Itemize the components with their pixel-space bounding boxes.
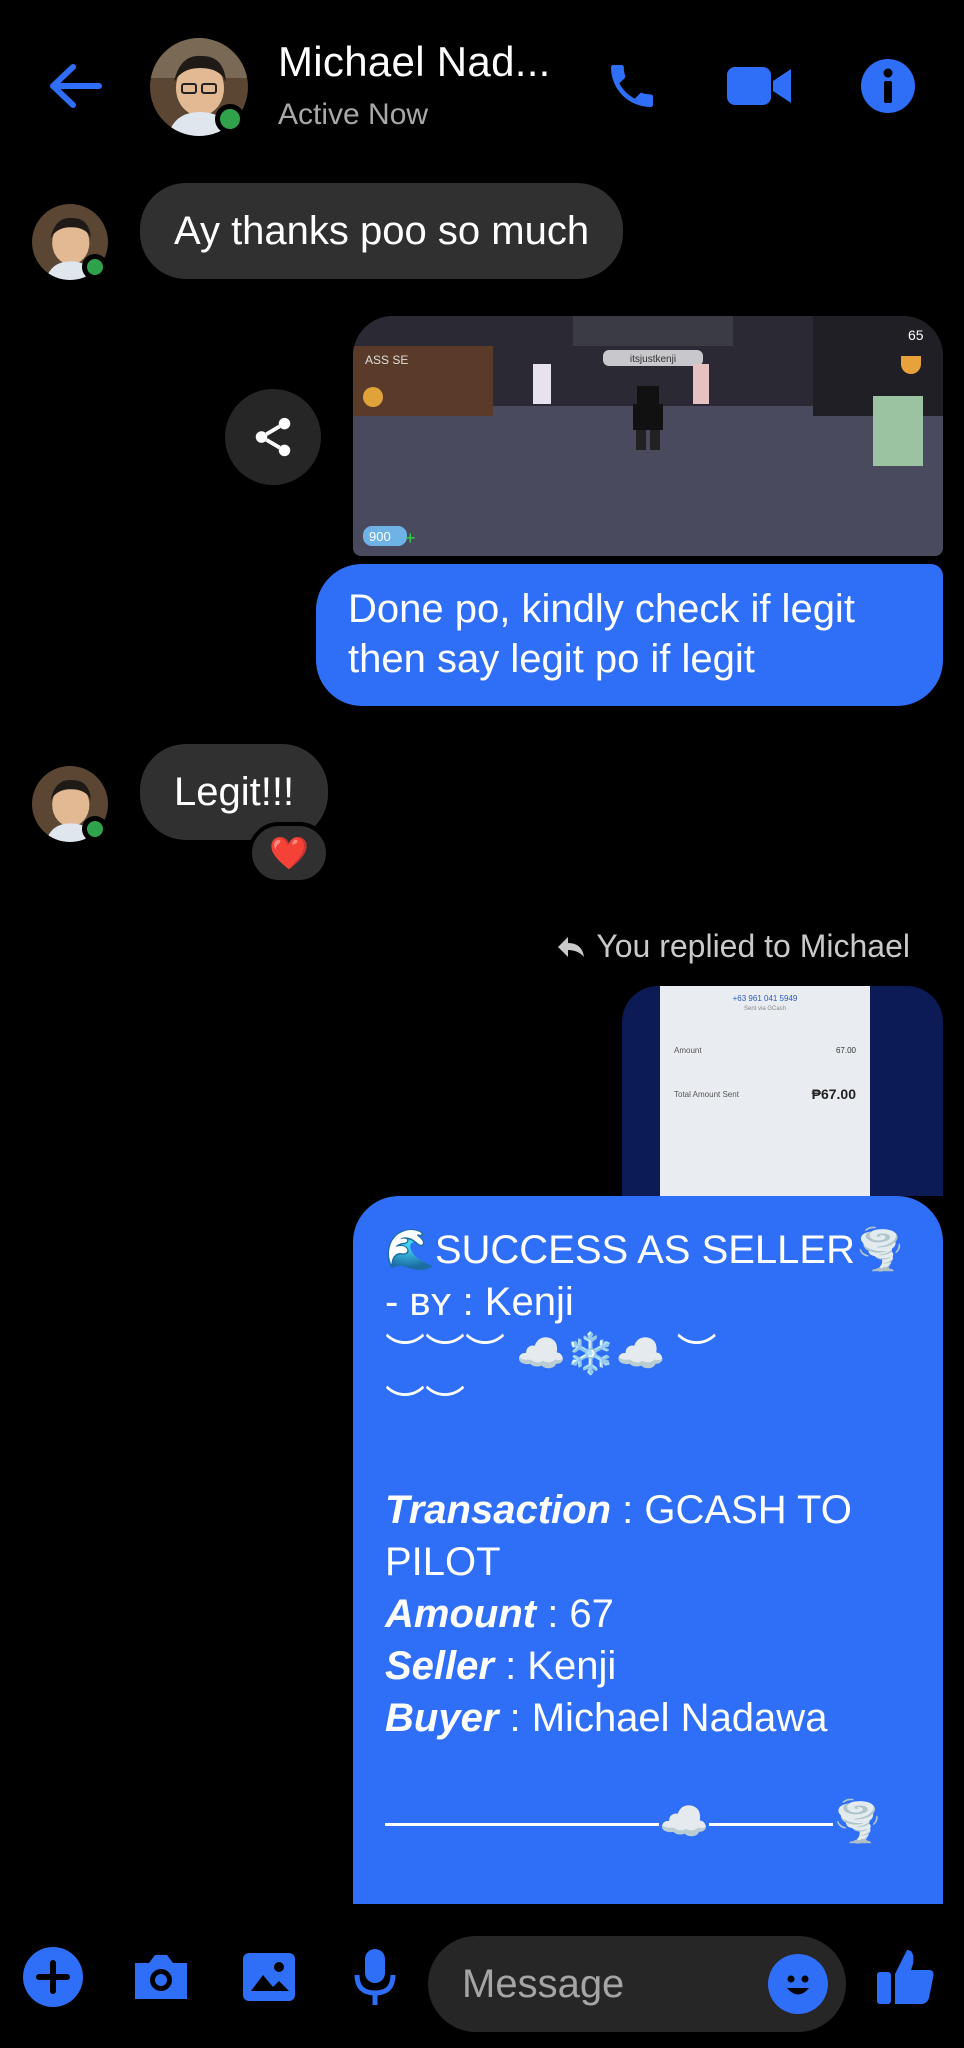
reply-arrow-icon (558, 936, 585, 957)
game-score: 65 (908, 327, 924, 343)
amount-value: : 67 (536, 1592, 614, 1636)
microphone-icon[interactable] (340, 1942, 410, 2012)
tornado-emoji: 🌪️ (855, 1228, 905, 1272)
by-line: - ʙʏ : Kenji (385, 1280, 574, 1324)
receipt-amount-value: 67.00 (835, 1046, 856, 1055)
receipt-total-value: ₱67.00 (811, 1086, 856, 1102)
svg-text:+: + (405, 528, 416, 548)
cloud-emoji: ☁️ (659, 1800, 709, 1844)
gcash-receipt-image[interactable]: +63 961 041 5949 Sent via GCash Amount 6… (622, 986, 943, 1196)
online-status-dot (82, 816, 108, 842)
message-text: Ay thanks poo so much (174, 208, 590, 253)
buyer-value: : Michael Nadawa (498, 1696, 828, 1740)
seller-label: Seller (385, 1644, 494, 1688)
message-placeholder: Message (462, 1961, 625, 2006)
wave-emoji: 🌊 (385, 1228, 435, 1272)
online-status-dot (215, 104, 245, 134)
outgoing-message[interactable]: Done po, kindly check if legit then say … (316, 564, 943, 706)
game-sign-text: ASS SE (365, 353, 408, 367)
gallery-icon[interactable] (234, 1942, 304, 2012)
active-status: Active Now (278, 98, 429, 131)
success-title: 🌊SUCCESS AS SELLER🌪️ (385, 1224, 911, 1276)
game-screenshot-image[interactable]: itsjustkenji ASS SE 65 900 + (353, 316, 943, 556)
reply-note-text: You replied to Michael (596, 928, 910, 964)
receipt-total-label: Total Amount Sent (674, 1090, 739, 1099)
amount-label: Amount (385, 1592, 537, 1636)
player-name-tag: itsjustkenji (630, 354, 676, 365)
info-icon[interactable] (850, 52, 926, 120)
receipt-phone: +63 961 041 5949 (732, 994, 798, 1003)
heart-reaction[interactable]: ❤️ (248, 822, 330, 884)
decoration: ︶︶︶ ☁️❄️☁️ ︶ (385, 1332, 717, 1376)
composer-bar: Message (0, 1904, 964, 2048)
reply-indicator: You replied to Michael (556, 928, 910, 965)
success-title-text: SUCCESS AS SELLER (434, 1228, 855, 1272)
share-button[interactable] (225, 389, 321, 485)
amount-row: Amount : 67 (385, 1588, 911, 1640)
receipt-amount-label: Amount (674, 1046, 702, 1055)
incoming-message[interactable]: Ay thanks poo so much (140, 183, 624, 279)
video-call-icon[interactable] (722, 52, 798, 120)
plus-icon[interactable] (18, 1942, 88, 2012)
emoji-icon[interactable] (768, 1954, 828, 2014)
receipt-sent-via: Sent via GCash (743, 1006, 787, 1012)
buyer-label: Buyer (385, 1696, 499, 1740)
camera-icon[interactable] (126, 1942, 196, 2012)
coin-count: 900 (369, 529, 391, 544)
transaction-row: Transaction : GCASH TO PILOT (385, 1484, 911, 1588)
chat-header: Michael Nad... Active Now (0, 0, 964, 170)
decoration: ︶︶ (385, 1384, 465, 1428)
transaction-label: Transaction (385, 1488, 611, 1532)
success-message[interactable]: 🌊SUCCESS AS SELLER🌪️ - ʙʏ : Kenji ︶︶︶ ☁️… (353, 1196, 943, 1904)
divider-decoration: ☁️ 🌪️ (385, 1796, 911, 1848)
seller-row: Seller : Kenji (385, 1640, 911, 1692)
contact-name[interactable]: Michael Nad... (278, 38, 551, 86)
back-arrow-icon[interactable] (40, 58, 110, 114)
buyer-row: Buyer : Michael Nadawa (385, 1692, 911, 1744)
thumbs-up-icon[interactable] (868, 1942, 944, 2012)
seller-value: : Kenji (493, 1644, 617, 1688)
message-text: Legit!!! (174, 769, 295, 814)
message-line: then say legit po if legit (348, 637, 755, 681)
message-line: Done po, kindly check if legit (348, 587, 855, 631)
online-status-dot (82, 254, 108, 280)
message-input[interactable]: Message (428, 1936, 846, 2032)
tornado-emoji: 🌪️ (832, 1800, 883, 1844)
heart-icon: ❤️ (269, 835, 309, 871)
phone-call-icon[interactable] (594, 52, 670, 120)
